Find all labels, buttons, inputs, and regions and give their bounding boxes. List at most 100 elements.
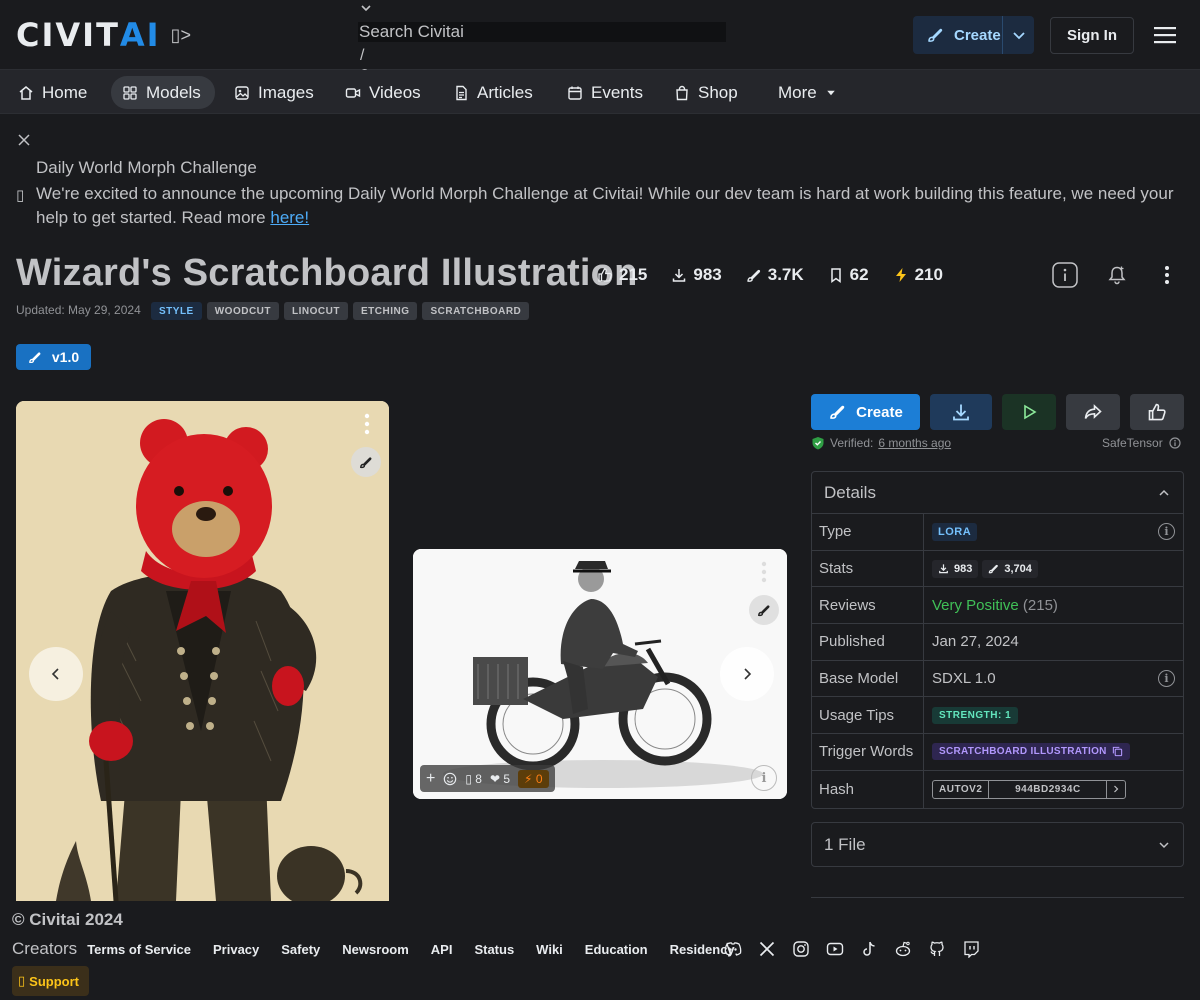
footer-link-education[interactable]: Education (585, 942, 648, 957)
nav-videos-label: Videos (369, 82, 421, 102)
nav-events[interactable]: Events (557, 76, 653, 109)
sign-in-button[interactable]: Sign In (1050, 17, 1134, 54)
like-button[interactable] (1130, 394, 1184, 430)
info-icon[interactable]: i (1158, 670, 1175, 688)
dots-vertical-icon[interactable] (761, 561, 767, 583)
reaction-bar: + ▯ 8 ❤ 5 ⚡ 0 (420, 765, 555, 792)
create-dropdown-toggle[interactable] (1003, 28, 1034, 42)
info-button[interactable] (1052, 262, 1078, 288)
stats-downloads-badge: 983 (932, 559, 979, 578)
share-button[interactable] (1066, 394, 1120, 430)
page-title: Wizard's Scratchboard Illustration (16, 252, 638, 294)
published-value: Jan 27, 2024 (932, 633, 1019, 651)
reviews-sentiment-link[interactable]: Very Positive (932, 597, 1019, 614)
heart-count[interactable]: ❤ 5 (490, 772, 510, 786)
version-label: v1.0 (51, 349, 80, 365)
footer-link-privacy[interactable]: Privacy (213, 942, 259, 957)
info-icon[interactable]: i (1158, 523, 1175, 541)
reviews-count: (215) (1022, 596, 1058, 614)
instagram-icon[interactable] (792, 940, 810, 958)
gallery-image-bear[interactable] (16, 401, 389, 901)
footer-link-newsroom[interactable]: Newsroom (342, 942, 408, 957)
gallery-image-motorcycle[interactable]: + ▯ 8 ❤ 5 ⚡ 0 i (413, 549, 787, 799)
home-icon (19, 85, 33, 100)
nav-home[interactable]: Home (8, 76, 97, 109)
bolt-icon: ⚡ (524, 771, 536, 786)
comment-icon: ▯ (465, 771, 476, 786)
nav-more[interactable]: More (768, 76, 847, 109)
add-reaction-button[interactable]: + (426, 770, 435, 788)
tag-etching[interactable]: ETCHING (352, 302, 418, 320)
play-icon (1024, 404, 1037, 420)
updated-date: Updated: May 29, 2024 (16, 303, 141, 317)
bell-plus-icon (1108, 266, 1126, 285)
hash-value[interactable]: 944BD2934C (989, 780, 1108, 798)
brush-icon (928, 28, 943, 42)
nav-home-label: Home (42, 82, 88, 102)
remix-badge[interactable] (749, 595, 779, 625)
carousel-next-button[interactable] (720, 647, 774, 701)
support-icon: ▯ (18, 973, 26, 988)
footer-link-api[interactable]: API (431, 942, 453, 957)
footer-link-wiki[interactable]: Wiki (536, 942, 563, 957)
footer-link-terms[interactable]: Terms of Service (87, 942, 191, 957)
more-options-button[interactable] (1154, 262, 1180, 288)
buzz-tip[interactable]: ⚡ 0 (518, 769, 549, 788)
footer-link-safety[interactable]: Safety (281, 942, 320, 957)
grid-icon (123, 85, 137, 100)
tiktok-icon[interactable] (860, 940, 878, 958)
tag-woodcut[interactable]: WOODCUT (206, 302, 280, 320)
tag-linocut[interactable]: LINOCUT (284, 302, 348, 320)
close-icon[interactable] (17, 133, 31, 147)
image-info-button[interactable]: i (751, 765, 777, 791)
copyright: © Civitai 2024 (12, 910, 123, 929)
nav-models[interactable]: Models (111, 76, 215, 109)
tag-style[interactable]: STYLE (151, 302, 202, 320)
footer-link-status[interactable]: Status (474, 942, 514, 957)
trigger-word-badge[interactable]: SCRATCHBOARD ILLUSTRATION (932, 743, 1130, 761)
create-button-header[interactable]: Create (913, 16, 1034, 54)
info-icon[interactable] (1169, 437, 1181, 449)
chevron-down-icon[interactable] (360, 2, 372, 14)
nav-videos[interactable]: Videos (335, 76, 431, 109)
create-label: Create (954, 26, 1001, 44)
reddit-icon[interactable] (894, 940, 912, 958)
version-button[interactable]: v1.0 (16, 344, 91, 370)
detail-row-published: Published Jan 27, 2024 (812, 624, 1183, 661)
smiley-icon[interactable] (443, 772, 457, 786)
announcement-link[interactable]: here! (270, 208, 309, 227)
hamburger-menu-icon[interactable] (1154, 26, 1176, 44)
brush-icon (360, 457, 372, 469)
nav-shop[interactable]: Shop (664, 76, 748, 109)
nav-images[interactable]: Images (224, 76, 324, 109)
files-accordion[interactable]: 1 File (811, 822, 1184, 867)
dots-vertical-icon[interactable] (364, 413, 370, 435)
footer-link-creators[interactable]: Creators (12, 939, 77, 959)
download-button[interactable] (930, 394, 992, 430)
create-button[interactable]: Create (811, 394, 920, 430)
remix-badge[interactable] (351, 447, 381, 477)
discord-icon[interactable] (724, 940, 742, 958)
github-icon[interactable] (928, 940, 946, 958)
x-twitter-icon[interactable] (758, 940, 776, 958)
details-header[interactable]: Details (812, 472, 1183, 514)
search-area: Search Civitai / (358, 2, 728, 81)
image-icon (235, 85, 249, 100)
hash-next-button[interactable] (1107, 781, 1125, 798)
twitch-icon[interactable] (962, 940, 980, 958)
support-button[interactable]: ▯ Support (12, 966, 89, 996)
hash-type[interactable]: AUTOV2 (933, 780, 990, 798)
notify-button[interactable] (1104, 262, 1130, 288)
comment-count[interactable]: ▯ 8 (465, 772, 482, 786)
nav-articles-label: Articles (477, 82, 533, 102)
buzz-count-value: 0 (535, 771, 543, 786)
nav-articles[interactable]: Articles (443, 76, 543, 109)
tag-scratchboard[interactable]: SCRATCHBOARD (422, 302, 530, 320)
trigger-word-text: SCRATCHBOARD ILLUSTRATION (939, 746, 1107, 758)
verified-time-link[interactable]: 6 months ago (878, 436, 951, 450)
carousel-prev-button[interactable] (29, 647, 83, 701)
run-button[interactable] (1002, 394, 1056, 430)
civitai-logo[interactable]: CIVIT AI ▯> (16, 16, 191, 54)
download-icon (673, 269, 686, 282)
youtube-icon[interactable] (826, 940, 844, 958)
